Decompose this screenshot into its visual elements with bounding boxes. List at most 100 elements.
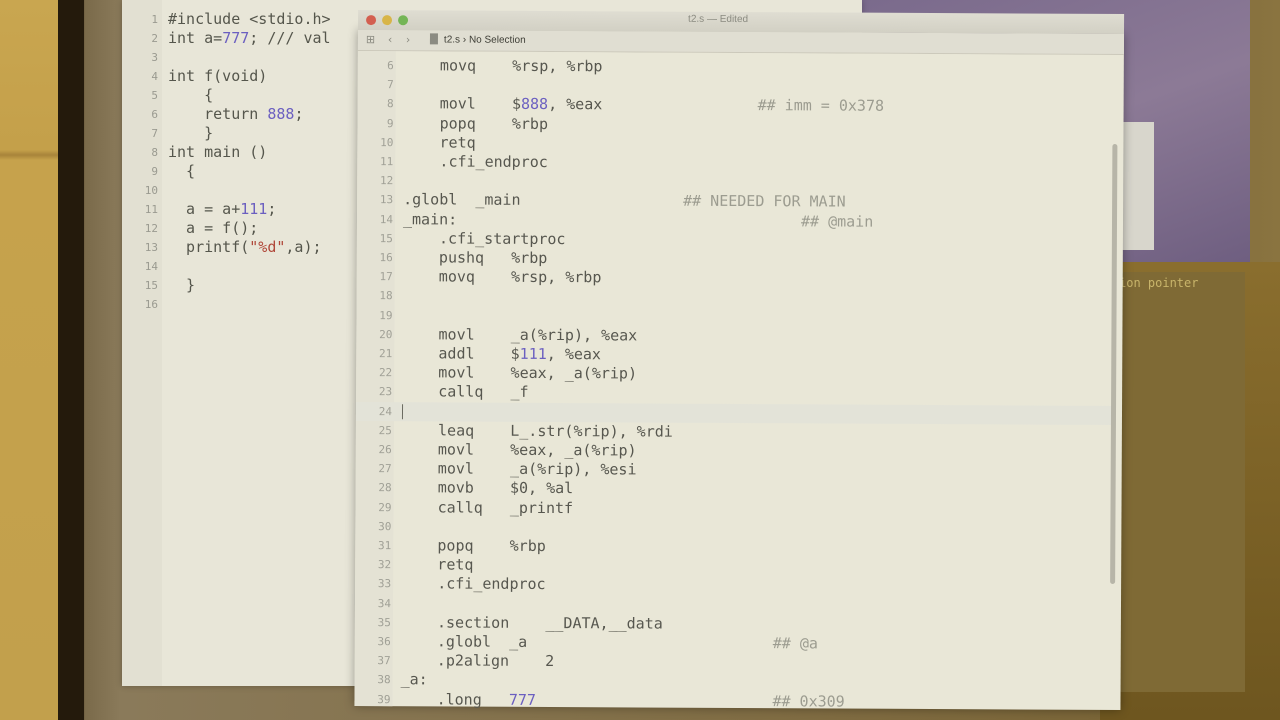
line-number: 29: [378, 500, 392, 514]
line-number: 15: [144, 279, 158, 292]
line-number: 38: [377, 673, 391, 687]
line-code: a = a+111;: [168, 200, 277, 218]
window-title: t2.s — Edited: [688, 13, 749, 26]
line-code: _a:: [400, 670, 428, 689]
line-number: 33: [377, 577, 392, 591]
line-number: 9: [151, 165, 158, 178]
line-number: 8: [386, 97, 394, 111]
line-code: .cfi_endproc: [403, 152, 548, 171]
line-code: }: [168, 276, 196, 294]
line-code: int f(void): [168, 67, 268, 85]
line-number: 13: [144, 241, 158, 254]
line-code: .long 777: [400, 689, 537, 709]
line-number: 17: [379, 270, 393, 284]
line-number: 16: [379, 251, 393, 265]
photo-scene: ion pointer 1 #include <stdio.h> 2 int a=77…: [0, 0, 1280, 720]
line-number: 6: [151, 108, 158, 121]
line-code: int main (): [168, 143, 268, 161]
line-number: 12: [379, 174, 394, 188]
wall-left: [0, 0, 58, 720]
line-number: 10: [380, 135, 394, 149]
line-number: 11: [380, 155, 394, 169]
line-code: popq %rbp: [403, 113, 549, 133]
line-code: _main:: [402, 209, 458, 229]
line-number: 21: [379, 347, 393, 361]
terminal-pane: ion pointer: [1105, 272, 1245, 692]
line-number: 27: [378, 462, 392, 476]
line-code: popq %rbp: [401, 536, 546, 555]
vertical-scrollbar[interactable]: [1110, 143, 1118, 584]
close-window-button[interactable]: [366, 15, 377, 26]
jumpbar-selection[interactable]: No Selection: [469, 35, 526, 46]
line-number: 25: [378, 423, 392, 437]
line-number: 4: [151, 70, 158, 83]
line-number: 14: [379, 212, 394, 226]
line-number: 20: [379, 327, 393, 341]
line-code: .cfi_endproc: [401, 574, 546, 594]
line-number: 31: [378, 539, 392, 553]
line-number: 14: [144, 260, 158, 273]
line-code: {: [168, 162, 196, 180]
line-number: 10: [144, 184, 158, 197]
line-comment: ## imm = 0x378: [757, 96, 885, 116]
terminal-text: ion pointer: [1119, 276, 1199, 290]
line-number: 19: [379, 308, 393, 322]
line-number: 1: [151, 13, 158, 26]
line-code: a = f();: [168, 219, 259, 237]
line-number: 5: [151, 89, 158, 102]
line-number: 34: [377, 596, 392, 610]
back-arrow-icon[interactable]: ‹: [388, 33, 392, 46]
line-code: movl %eax, _a(%rip): [401, 440, 637, 460]
line-code: callq _printf: [401, 497, 574, 517]
line-code: #include <stdio.h>: [168, 10, 331, 28]
line-code: movb $0, %al: [401, 478, 574, 498]
line-number: 23: [378, 385, 393, 399]
line-number: 11: [144, 203, 158, 216]
line-number: 13: [379, 193, 394, 207]
line-code: pushq %rbp: [402, 248, 548, 267]
text-cursor: [401, 403, 404, 419]
file-icon: [429, 33, 438, 45]
line-code: movl $888, %eax: [403, 94, 603, 114]
line-code: .section __DATA,__data: [400, 613, 663, 633]
line-number: 7: [387, 78, 394, 92]
line-code: printf("%d",a);: [168, 238, 322, 256]
line-code: movq %rsp, %rbp: [402, 267, 602, 287]
line-code: return 888;: [168, 105, 304, 123]
line-number: 16: [144, 298, 158, 311]
line-number: 2: [151, 32, 158, 45]
line-code: int a=777; /// val: [168, 29, 331, 47]
line-code: retq: [403, 133, 476, 152]
line-code: .p2align 2: [400, 651, 555, 671]
line-comment: ## @a: [772, 634, 818, 653]
assembly-editor-window[interactable]: t2.s — Edited ⊞ ‹ › t2.s › No Selection …: [354, 10, 1125, 713]
line-number: 24: [378, 404, 393, 418]
line-number: 8: [151, 146, 158, 159]
jumpbar-file[interactable]: t2.s: [444, 34, 460, 45]
line-number: 37: [377, 654, 391, 668]
line-number: 35: [377, 615, 391, 629]
zoom-window-button[interactable]: [398, 15, 409, 26]
line-code: .globl _a: [400, 632, 528, 651]
line-number: 15: [379, 231, 393, 245]
jumpbar-path[interactable]: t2.s › No Selection: [444, 34, 526, 45]
assembly-line: 39 .long 777 ## 0x309: [354, 690, 1114, 713]
projector-frame-edge: [58, 0, 84, 720]
line-comment: ## 0x309: [772, 691, 845, 711]
minimize-window-button[interactable]: [382, 15, 393, 26]
line-code: .cfi_startproc: [402, 229, 566, 248]
line-code: {: [168, 86, 214, 104]
line-number: 39: [377, 692, 391, 706]
line-comment: ## NEEDED FOR MAIN: [683, 192, 846, 211]
forward-arrow-icon[interactable]: ›: [406, 33, 410, 46]
line-number: 9: [386, 116, 394, 130]
line-number: 3: [151, 51, 158, 64]
line-number: 30: [378, 519, 392, 533]
line-number: 32: [377, 558, 392, 572]
line-code: leaq L_.str(%rip), %rdi: [401, 421, 673, 441]
line-comment: ## @main: [800, 211, 874, 231]
grid-icon[interactable]: ⊞: [366, 33, 375, 46]
line-number: 36: [377, 635, 391, 649]
line-number: 12: [144, 222, 158, 235]
line-number: 7: [151, 127, 158, 140]
